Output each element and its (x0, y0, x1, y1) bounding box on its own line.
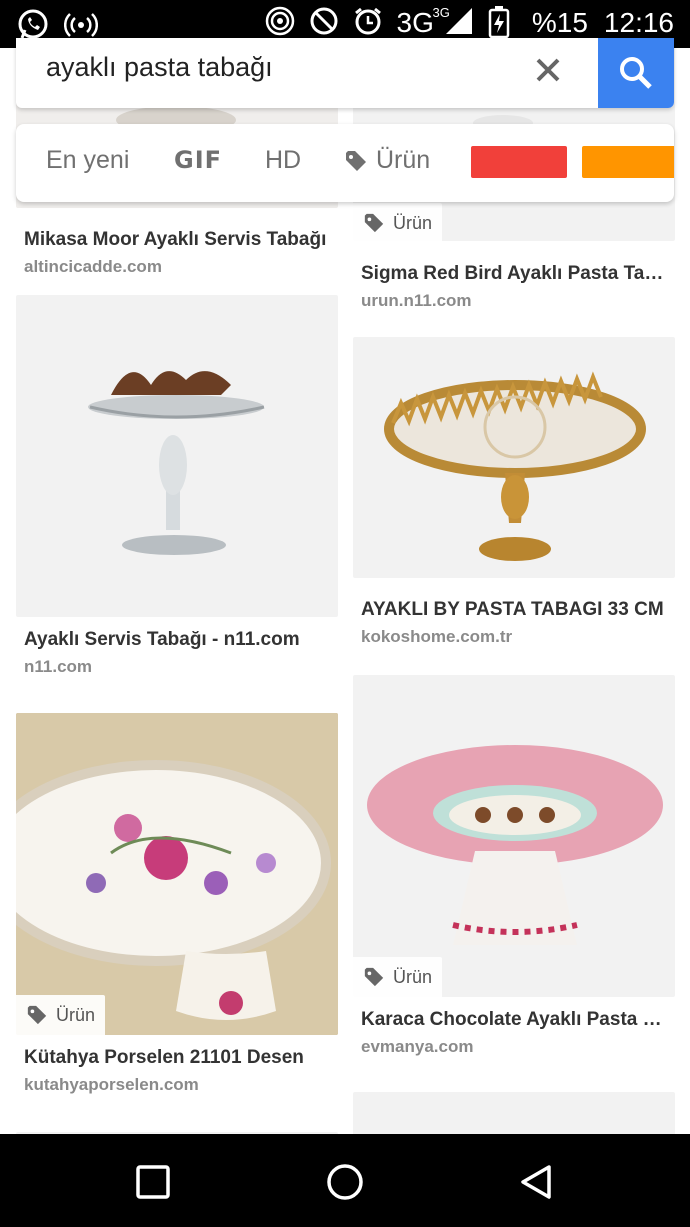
circle-icon (327, 1164, 363, 1200)
product-badge: Ürün (353, 957, 443, 997)
back-button[interactable] (517, 1162, 557, 1202)
result-domain: urun.n11.com (361, 291, 472, 310)
result-thumbnail[interactable] (353, 675, 675, 997)
result-domain: evmanya.com (361, 1037, 474, 1056)
result-title[interactable]: Kütahya Porselen 21101 Desen (24, 1047, 330, 1069)
home-button[interactable] (325, 1162, 365, 1202)
alarm-icon (353, 6, 387, 40)
filter-bar: En yeni GIF HD Ürün (16, 124, 674, 202)
search-bar[interactable]: ayaklı pasta tabağı (16, 38, 674, 108)
recents-button[interactable] (133, 1162, 173, 1202)
color-filter-red[interactable] (471, 146, 567, 178)
battery-percent: %15 (531, 7, 588, 38)
result-domain: kutahyaporselen.com (24, 1075, 199, 1094)
broadcast-icon (63, 8, 99, 42)
clear-search-button[interactable] (528, 50, 568, 90)
results-grid[interactable]: Mikasa Moor Ayaklı Servis Tabağı altinci… (0, 48, 690, 1134)
close-icon (536, 58, 560, 82)
result-thumbnail-partial[interactable] (353, 1092, 675, 1134)
search-icon (620, 57, 652, 89)
result-title[interactable]: Ayaklı Servis Tabağı - n11.com (24, 629, 330, 651)
search-button[interactable] (598, 38, 674, 108)
color-filter-orange[interactable] (582, 146, 674, 178)
square-icon (136, 1165, 170, 1199)
product-badge: Ürün (16, 995, 106, 1035)
back-triangle-icon (521, 1165, 551, 1199)
result-domain: kokoshome.com.tr (361, 627, 513, 646)
network-indicator: 3G 3G (396, 5, 450, 38)
result-title[interactable]: AYAKLI BY PASTA TABAGI 33 CM (361, 599, 667, 621)
filter-chip-gif[interactable]: GIF (174, 146, 222, 174)
result-thumbnail[interactable] (16, 713, 338, 1035)
filter-chip-newest[interactable]: En yeni (46, 146, 129, 175)
tag-icon (364, 967, 384, 987)
result-thumbnail[interactable] (16, 295, 338, 617)
tag-icon (364, 213, 384, 233)
result-title[interactable]: Sigma Red Bird Ayaklı Pasta Tabağı (361, 263, 667, 285)
result-title[interactable]: Karaca Chocolate Ayaklı Pasta Tabağı (361, 1009, 667, 1031)
clock: 12:16 (603, 7, 674, 38)
result-domain: altincicadde.com (24, 257, 162, 276)
tag-icon (27, 1005, 47, 1025)
hotspot-icon (265, 6, 299, 40)
result-title[interactable]: Mikasa Moor Ayaklı Servis Tabağı (24, 229, 330, 251)
search-input[interactable]: ayaklı pasta tabağı (46, 52, 273, 83)
result-thumbnail[interactable] (353, 337, 675, 578)
whatsapp-icon (16, 8, 50, 42)
battery-icon (488, 6, 522, 40)
tag-icon (346, 150, 366, 171)
do-not-disturb-icon (309, 6, 343, 40)
filter-chip-product[interactable]: Ürün (344, 146, 430, 175)
navigation-bar (0, 1134, 690, 1227)
product-badge: Ürün (353, 203, 443, 243)
result-domain: n11.com (24, 657, 93, 676)
filter-chip-hd[interactable]: HD (265, 146, 301, 175)
